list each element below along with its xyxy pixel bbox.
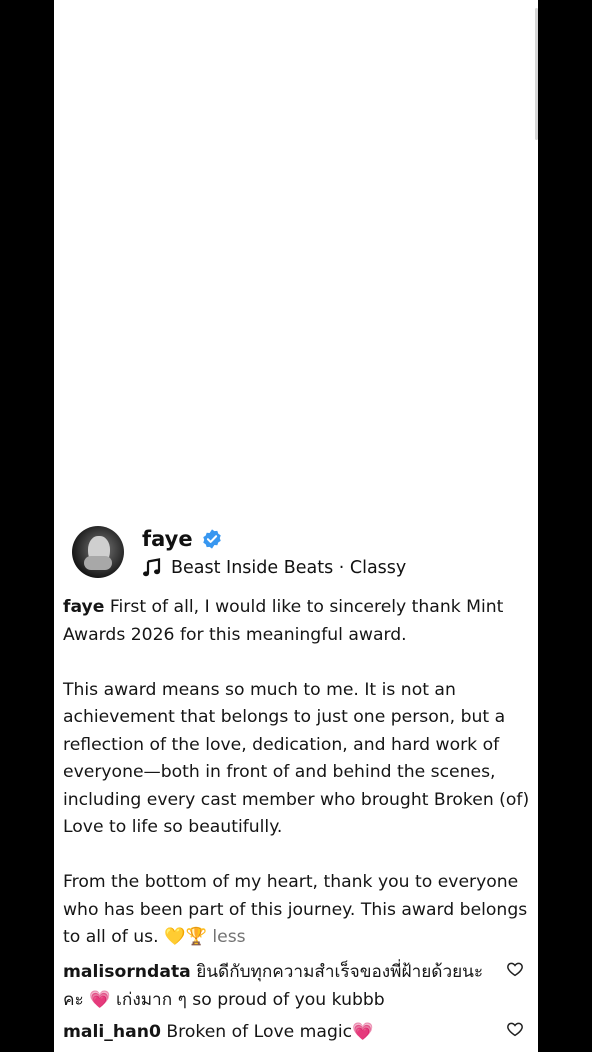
comment-handle[interactable]: mali_han0 — [63, 1022, 161, 1042]
caption-paragraph-3: From the bottom of my heart, thank you t… — [63, 869, 531, 952]
post-panel: faye Beast Inside Beats · Classy faye Fi… — [54, 0, 538, 1052]
avatar[interactable] — [72, 526, 124, 578]
scrollbar[interactable] — [535, 8, 538, 140]
comment-like-heart-icon[interactable] — [506, 1020, 524, 1038]
avatar-hand — [84, 556, 112, 570]
caption-text-1: First of all, I would like to sincerely … — [63, 597, 504, 645]
caption-handle[interactable]: faye — [63, 597, 104, 617]
comment-handle[interactable]: malisorndata — [63, 962, 191, 982]
caption-less-link[interactable]: less — [212, 927, 245, 947]
caption-paragraph-1: faye First of all, I would like to since… — [63, 594, 531, 649]
caption-text-3: From the bottom of my heart, thank you t… — [63, 872, 528, 947]
username[interactable]: faye — [142, 527, 193, 551]
comment-text: Broken of Love magic💗 — [166, 1022, 374, 1042]
username-row: faye — [142, 526, 406, 552]
post-header: faye Beast Inside Beats · Classy — [72, 526, 406, 578]
music-note-icon — [143, 558, 161, 577]
comment-like-heart-icon[interactable] — [506, 960, 524, 978]
audio-row[interactable]: Beast Inside Beats · Classy — [142, 558, 406, 578]
caption-paragraph-2: This award means so much to me. It is no… — [63, 679, 530, 838]
comment-item: malisorndata ยินดีกับทุกความสำเร็จของพี่… — [63, 958, 503, 1014]
header-text: faye Beast Inside Beats · Classy — [142, 526, 406, 578]
audio-label: Beast Inside Beats · Classy — [171, 558, 407, 578]
comment-item: mali_han0 Broken of Love magic💗 — [63, 1018, 503, 1046]
post-caption: faye First of all, I would like to since… — [63, 594, 531, 952]
verified-badge-icon — [202, 529, 221, 549]
